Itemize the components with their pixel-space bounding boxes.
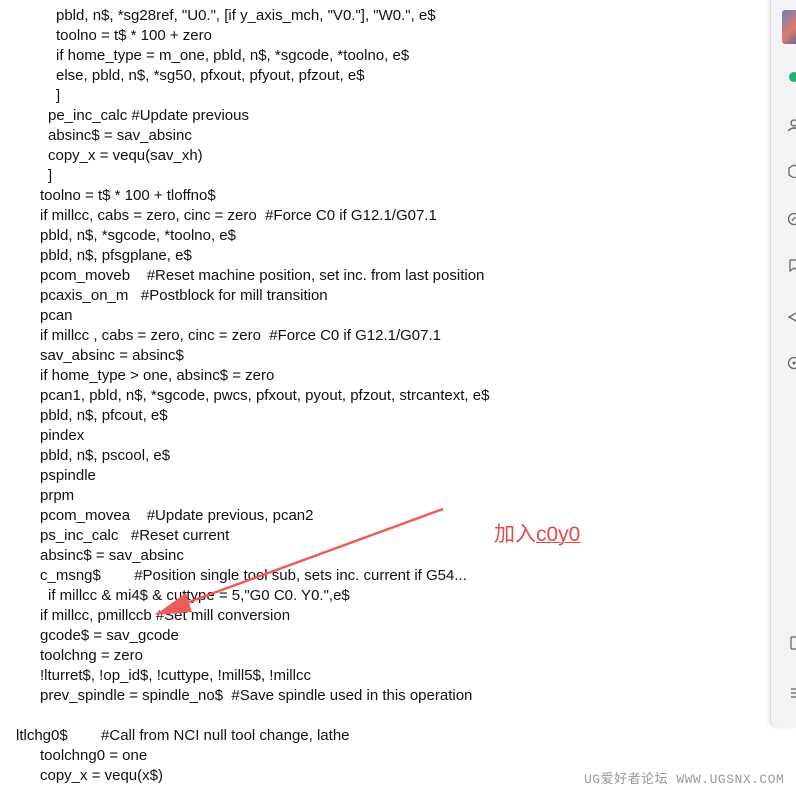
- send-icon[interactable]: [783, 310, 796, 324]
- green-dot-icon[interactable]: [783, 70, 796, 84]
- annotation-underlined: c0y0: [536, 523, 581, 546]
- annotation-text: 加入c0y0: [494, 518, 580, 548]
- user-icon[interactable]: [783, 118, 796, 132]
- right-sidebar: [770, 0, 796, 728]
- box-icon[interactable]: [783, 164, 796, 178]
- annotation-arrow: [155, 507, 444, 615]
- avatar[interactable]: [782, 10, 796, 44]
- help-icon[interactable]: [783, 356, 796, 370]
- watermark: UG爱好者论坛 WWW.UGSNX.COM: [584, 772, 785, 787]
- compass-icon[interactable]: [783, 212, 796, 226]
- bookmark-icon[interactable]: [783, 258, 796, 272]
- annotation-prefix: 加入: [494, 523, 536, 546]
- menu-icon[interactable]: [783, 686, 796, 700]
- window-icon[interactable]: [783, 636, 796, 650]
